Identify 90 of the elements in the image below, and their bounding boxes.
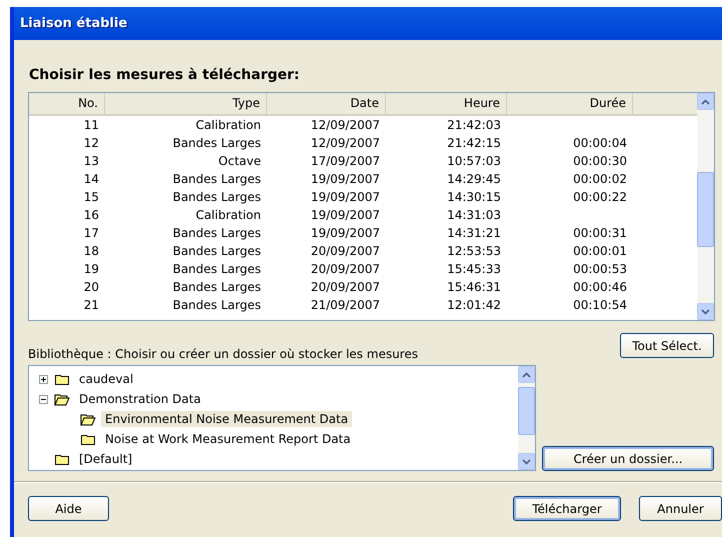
table-cell-text: 00:00:02: [572, 171, 628, 188]
table-cell-text: 21: [82, 297, 100, 314]
table-cell-text: 16: [82, 207, 100, 224]
table-cell-text: 20: [82, 279, 100, 296]
table-cell-text: 00:00:31: [572, 225, 628, 242]
table-cell-text: Bandes Larges: [172, 243, 262, 260]
table-cell-text: 13: [82, 153, 100, 170]
table-cell-text: 17/09/2007: [310, 153, 381, 170]
scroll-up-button[interactable]: [697, 93, 714, 110]
table-cell-text: 12:53:53: [446, 243, 502, 260]
scroll-up-icon[interactable]: [701, 98, 710, 104]
table-cell-text: 14:30:15: [446, 189, 502, 206]
table-cell-text: 19/09/2007: [310, 225, 381, 242]
table-cell-text: Bandes Larges: [172, 225, 262, 242]
table-cell-text: 19: [82, 261, 100, 278]
table-cell-text: 18: [82, 243, 100, 260]
select-all-button[interactable]: Tout Sélect.: [620, 333, 714, 358]
table-cell-text: 12: [82, 135, 100, 152]
table-cell-text: 21:42:03: [446, 117, 502, 134]
table-cell-text: Bandes Larges: [172, 261, 262, 278]
column-header[interactable]: No.: [29, 93, 105, 114]
table-cell-text: 14:31:03: [446, 207, 502, 224]
scroll-thumb[interactable]: [518, 387, 535, 435]
folder-item[interactable]: Demonstration Data: [75, 391, 205, 407]
table-cell-text: 15: [82, 189, 100, 206]
scroll-up-icon[interactable]: [522, 372, 531, 378]
create-folder-button[interactable]: Créer un dossier...: [542, 446, 714, 471]
window-title: Liaison établie: [14, 7, 722, 40]
table-cell-text: Bandes Larges: [172, 135, 262, 152]
folder-item[interactable]: Noise at Work Measurement Report Data: [101, 431, 355, 447]
scroll-thumb[interactable]: [697, 172, 714, 247]
table-cell-text: 15:45:33: [446, 261, 502, 278]
table-cell-text: 10:57:03: [446, 153, 502, 170]
table-cell-text: 00:00:04: [572, 135, 628, 152]
expand-icon[interactable]: [39, 374, 48, 384]
table-cell-text: 20/09/2007: [310, 243, 381, 260]
table-cell-text: Bandes Larges: [172, 171, 262, 188]
table-cell-text: Calibration: [194, 207, 262, 224]
help-button[interactable]: Aide: [28, 496, 109, 521]
table-cell-text: Bandes Larges: [172, 297, 262, 314]
table-cell-text: 11: [82, 117, 100, 134]
table-cell-text: 19/09/2007: [310, 207, 381, 224]
column-header[interactable]: Heure: [386, 93, 507, 114]
table-cell-text: 14:31:21: [446, 225, 502, 242]
table-cell-text: Calibration: [194, 117, 262, 134]
scroll-down-button[interactable]: [697, 303, 714, 320]
scrollbar[interactable]: [518, 366, 535, 470]
table-cell-text: 12/09/2007: [310, 117, 381, 134]
folder-item[interactable]: [Default]: [75, 451, 136, 467]
open-folder-icon: [54, 392, 70, 406]
table-cell-text: 14: [82, 171, 100, 188]
folder-icon: [54, 372, 70, 386]
table-cell-text: 00:00:46: [572, 279, 628, 296]
scrollbar[interactable]: [697, 93, 714, 320]
library-label: Bibliothèque : Choisir ou créer un dossier où stocker les mesures: [28, 347, 419, 361]
section-heading: Choisir les mesures à télécharger:: [29, 67, 300, 83]
table-cell-text: 14:29:45: [446, 171, 502, 188]
table-cell-text: 00:00:22: [572, 189, 628, 206]
table-cell-text: 15:46:31: [446, 279, 502, 296]
table-cell-text: 00:10:54: [572, 297, 628, 314]
table-cell-text: Bandes Larges: [172, 279, 262, 296]
cancel-button[interactable]: Annuler: [639, 496, 722, 521]
table-cell-text: 12/09/2007: [310, 135, 381, 152]
table-cell-text: 21:42:15: [446, 135, 502, 152]
table-cell-text: 00:00:53: [572, 261, 628, 278]
scroll-down-button[interactable]: [518, 453, 535, 470]
collapse-icon[interactable]: [39, 394, 48, 404]
column-header[interactable]: Durée: [507, 93, 633, 114]
open-folder-icon: [80, 412, 96, 426]
table-cell-text: 17: [82, 225, 100, 242]
scroll-up-button[interactable]: [518, 366, 535, 383]
table-cell-text: 20/09/2007: [310, 261, 381, 278]
table-cell-text: 20/09/2007: [310, 279, 381, 296]
scroll-down-icon[interactable]: [701, 308, 710, 314]
scroll-down-icon[interactable]: [522, 458, 531, 464]
folder-item[interactable]: caudeval: [75, 371, 138, 387]
column-header[interactable]: Date: [267, 93, 386, 114]
table-cell-text: 19/09/2007: [310, 189, 381, 206]
table-cell-text: Bandes Larges: [172, 189, 262, 206]
column-header[interactable]: Type: [105, 93, 267, 114]
table-cell-text: Octave: [217, 153, 262, 170]
folder-icon: [80, 432, 96, 446]
table-cell-text: 19/09/2007: [310, 171, 381, 188]
table-cell-text: 00:00:01: [572, 243, 628, 260]
table-cell-text: 21/09/2007: [310, 297, 381, 314]
folder-item[interactable]: Environmental Noise Measurement Data: [101, 411, 352, 427]
table-cell-text: 00:00:30: [572, 153, 628, 170]
folder-icon: [54, 452, 70, 466]
table-cell-text: 12:01:42: [446, 297, 502, 314]
download-button[interactable]: Télécharger: [513, 496, 621, 521]
